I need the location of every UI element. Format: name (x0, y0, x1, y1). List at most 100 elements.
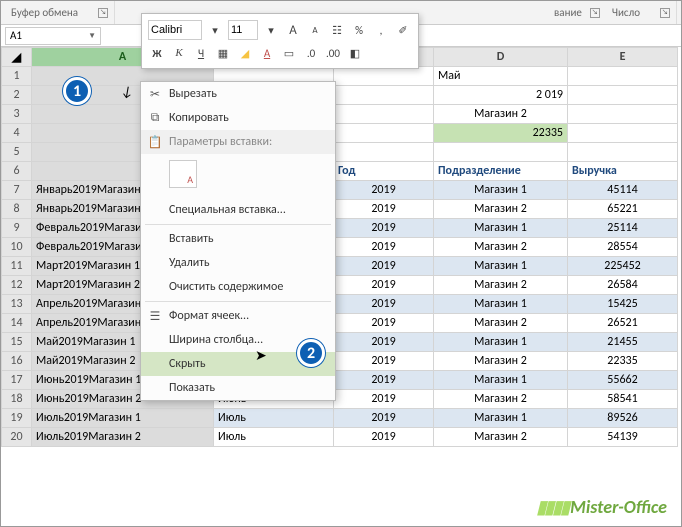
cell-year[interactable]: 2019 (334, 200, 434, 219)
cell-revenue[interactable]: 26584 (568, 276, 678, 295)
cell-revenue[interactable]: 55662 (568, 371, 678, 390)
alignment-launcher-icon[interactable] (590, 8, 600, 18)
cell-division[interactable]: Магазин 2 (434, 276, 568, 295)
column-header-D[interactable]: D (434, 48, 568, 67)
cell-year[interactable]: 2019 (334, 219, 434, 238)
cell-revenue[interactable]: 26521 (568, 314, 678, 333)
italic-button[interactable]: К (170, 44, 188, 62)
cell-division[interactable]: Магазин 1 (434, 409, 568, 428)
accounting-format-icon[interactable]: ☷ (328, 21, 346, 39)
row-header[interactable]: 8 (2, 200, 32, 219)
cell-year[interactable]: 2019 (334, 409, 434, 428)
cell-revenue[interactable]: 22335 (568, 352, 678, 371)
row-header[interactable]: 6 (2, 162, 32, 181)
row-header[interactable]: 12 (2, 276, 32, 295)
ctx-delete[interactable]: Удалить (141, 251, 335, 275)
table-header-revenue[interactable]: Выручка (568, 162, 678, 181)
percent-icon[interactable]: % (350, 21, 368, 39)
cell-division[interactable]: Магазин 1 (434, 219, 568, 238)
cell-division[interactable]: Магазин 1 (434, 371, 568, 390)
cell-year[interactable]: 2019 (334, 257, 434, 276)
cell-year[interactable]: 2019 (334, 181, 434, 200)
cell-year[interactable]: 2019 (334, 352, 434, 371)
cell-year[interactable]: 2019 (334, 314, 434, 333)
cell-division[interactable]: Магазин 2 (434, 200, 568, 219)
ctx-insert[interactable]: Вставить (141, 227, 335, 251)
cell-division[interactable]: Магазин 2 (434, 352, 568, 371)
cell-revenue[interactable]: 58541 (568, 390, 678, 409)
row-header[interactable]: 15 (2, 333, 32, 352)
row-header[interactable]: 14 (2, 314, 32, 333)
font-color-icon[interactable]: A (258, 44, 276, 62)
row-header[interactable]: 5 (2, 143, 32, 162)
ctx-paste-special[interactable]: Специальная вставка... (141, 198, 335, 222)
row-header[interactable]: 7 (2, 181, 32, 200)
cell-division[interactable]: Магазин 2 (434, 314, 568, 333)
row-header[interactable]: 1 (2, 67, 32, 86)
table-header-division[interactable]: Подразделение (434, 162, 568, 181)
font-name-select[interactable] (148, 20, 202, 40)
filter-revenue[interactable]: 22335 (434, 124, 568, 143)
cell-division[interactable]: Магазин 1 (434, 181, 568, 200)
row-header[interactable]: 19 (2, 409, 32, 428)
table-header-year[interactable]: Год (334, 162, 434, 181)
filter-month[interactable]: Май (434, 67, 568, 86)
cell-key[interactable]: Июль2019Магазин 1 (32, 409, 214, 428)
cell-month[interactable]: Июль (214, 409, 334, 428)
cell-key[interactable]: Июль2019Магазин 2 (32, 428, 214, 447)
select-all-corner[interactable]: ◢ (2, 48, 32, 67)
cell-revenue[interactable]: 21455 (568, 333, 678, 352)
row-header[interactable]: 20 (2, 428, 32, 447)
increase-font-icon[interactable]: A (284, 21, 302, 39)
ctx-copy[interactable]: ⧉Копировать (141, 106, 335, 130)
row-header[interactable]: 16 (2, 352, 32, 371)
cell-year[interactable]: 2019 (334, 333, 434, 352)
cell-division[interactable]: Магазин 1 (434, 295, 568, 314)
row-header[interactable]: 3 (2, 105, 32, 124)
cell-month[interactable]: Июль (214, 428, 334, 447)
cell-revenue[interactable]: 89526 (568, 409, 678, 428)
underline-button[interactable]: Ч (192, 44, 210, 62)
cell-revenue[interactable]: 54139 (568, 428, 678, 447)
comma-icon[interactable]: , (372, 21, 390, 39)
cell-year[interactable]: 2019 (334, 371, 434, 390)
format-icon[interactable]: ◧ (346, 44, 364, 62)
cell-division[interactable]: Магазин 2 (434, 238, 568, 257)
name-box[interactable]: A1 ▼ (5, 27, 101, 45)
row-header[interactable]: 17 (2, 371, 32, 390)
cell-revenue[interactable]: 45114 (568, 181, 678, 200)
ctx-cut[interactable]: ✂Вырезать (141, 82, 335, 106)
cell-division[interactable]: Магазин 2 (434, 428, 568, 447)
ctx-clear[interactable]: Очистить содержимое (141, 275, 335, 299)
font-name-dd-icon[interactable]: ▾ (206, 21, 224, 39)
row-header[interactable]: 2 (2, 86, 32, 105)
border-icon[interactable]: ▦ (214, 44, 232, 62)
cell-revenue[interactable]: 65221 (568, 200, 678, 219)
number-launcher-icon[interactable] (660, 8, 670, 18)
ctx-show[interactable]: Показать (141, 376, 335, 400)
ctx-format-cells[interactable]: ☰Формат ячеек... (141, 304, 335, 328)
decrease-font-icon[interactable]: A (306, 21, 324, 39)
merge-icon[interactable]: ▭ (280, 44, 298, 62)
worksheet-grid[interactable]: ◢ A B C D E 1Май 22 019 3Магазин 2 42233… (1, 47, 681, 447)
row-header[interactable]: 13 (2, 295, 32, 314)
font-size-dd-icon[interactable]: ▾ (262, 21, 280, 39)
row-header[interactable]: 18 (2, 390, 32, 409)
cell-year[interactable]: 2019 (334, 238, 434, 257)
cell-year[interactable]: 2019 (334, 428, 434, 447)
name-box-dropdown-icon[interactable]: ▼ (88, 31, 96, 41)
cell-revenue[interactable]: 25114 (568, 219, 678, 238)
column-header-E[interactable]: E (568, 48, 678, 67)
decrease-decimal-icon[interactable]: .00 (324, 44, 342, 62)
increase-decimal-icon[interactable]: .0 (302, 44, 320, 62)
cell-year[interactable]: 2019 (334, 390, 434, 409)
cell-division[interactable]: Магазин 1 (434, 257, 568, 276)
cell-year[interactable]: 2019 (334, 276, 434, 295)
cell-revenue[interactable]: 28554 (568, 238, 678, 257)
row-header[interactable]: 9 (2, 219, 32, 238)
clipboard-launcher-icon[interactable] (98, 8, 108, 18)
cell-revenue[interactable]: 225452 (568, 257, 678, 276)
fill-color-icon[interactable]: ◢ (236, 44, 254, 62)
format-painter-icon[interactable]: ✐ (394, 21, 412, 39)
cell-division[interactable]: Магазин 2 (434, 390, 568, 409)
